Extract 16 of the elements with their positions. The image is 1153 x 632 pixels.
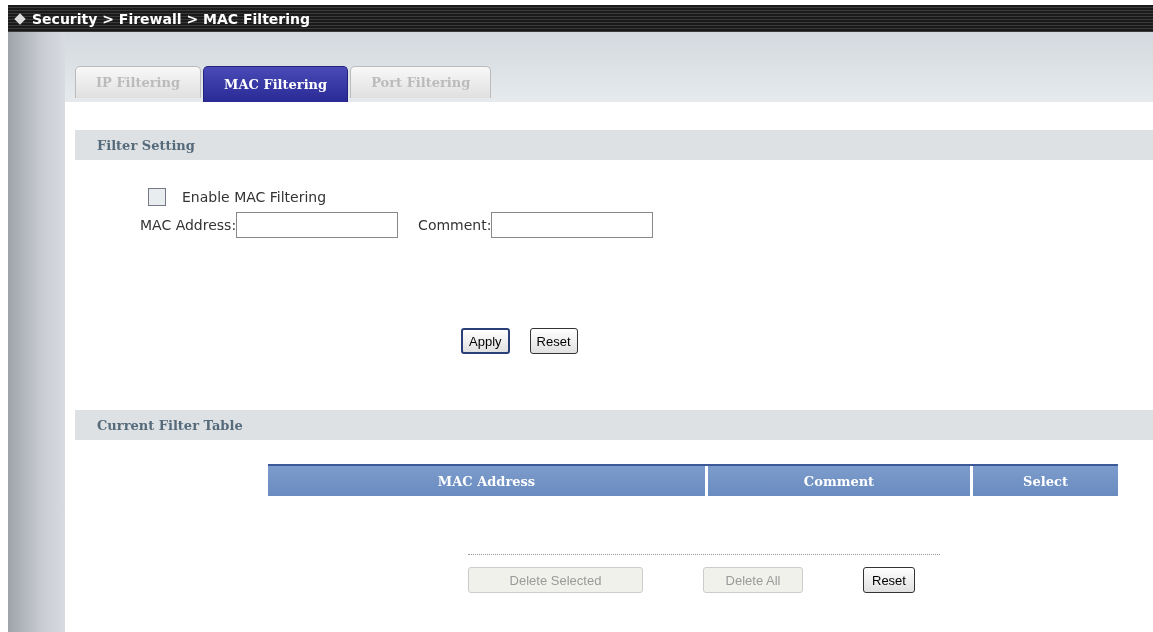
checkbox-label: Enable MAC Filtering [182,189,327,205]
column-header: Comment [708,466,970,496]
table-button[interactable]: Reset [863,567,915,593]
form-button[interactable]: Apply [461,328,510,354]
tab[interactable]: MAC Filtering [203,66,349,102]
column-header: Select [973,466,1118,496]
breadcrumb: Security > Firewall > MAC Filtering [32,10,311,27]
field-label: MAC Address: [140,217,237,233]
column-header: MAC Address [268,466,705,496]
section-title: Current Filter Table [97,417,243,433]
input-field[interactable] [491,212,654,238]
form-button[interactable]: Reset [529,328,578,354]
field-label: Comment: [418,217,492,233]
section-title: Filter Setting [97,137,195,153]
checkbox[interactable] [148,188,166,206]
input-field[interactable] [236,212,399,238]
